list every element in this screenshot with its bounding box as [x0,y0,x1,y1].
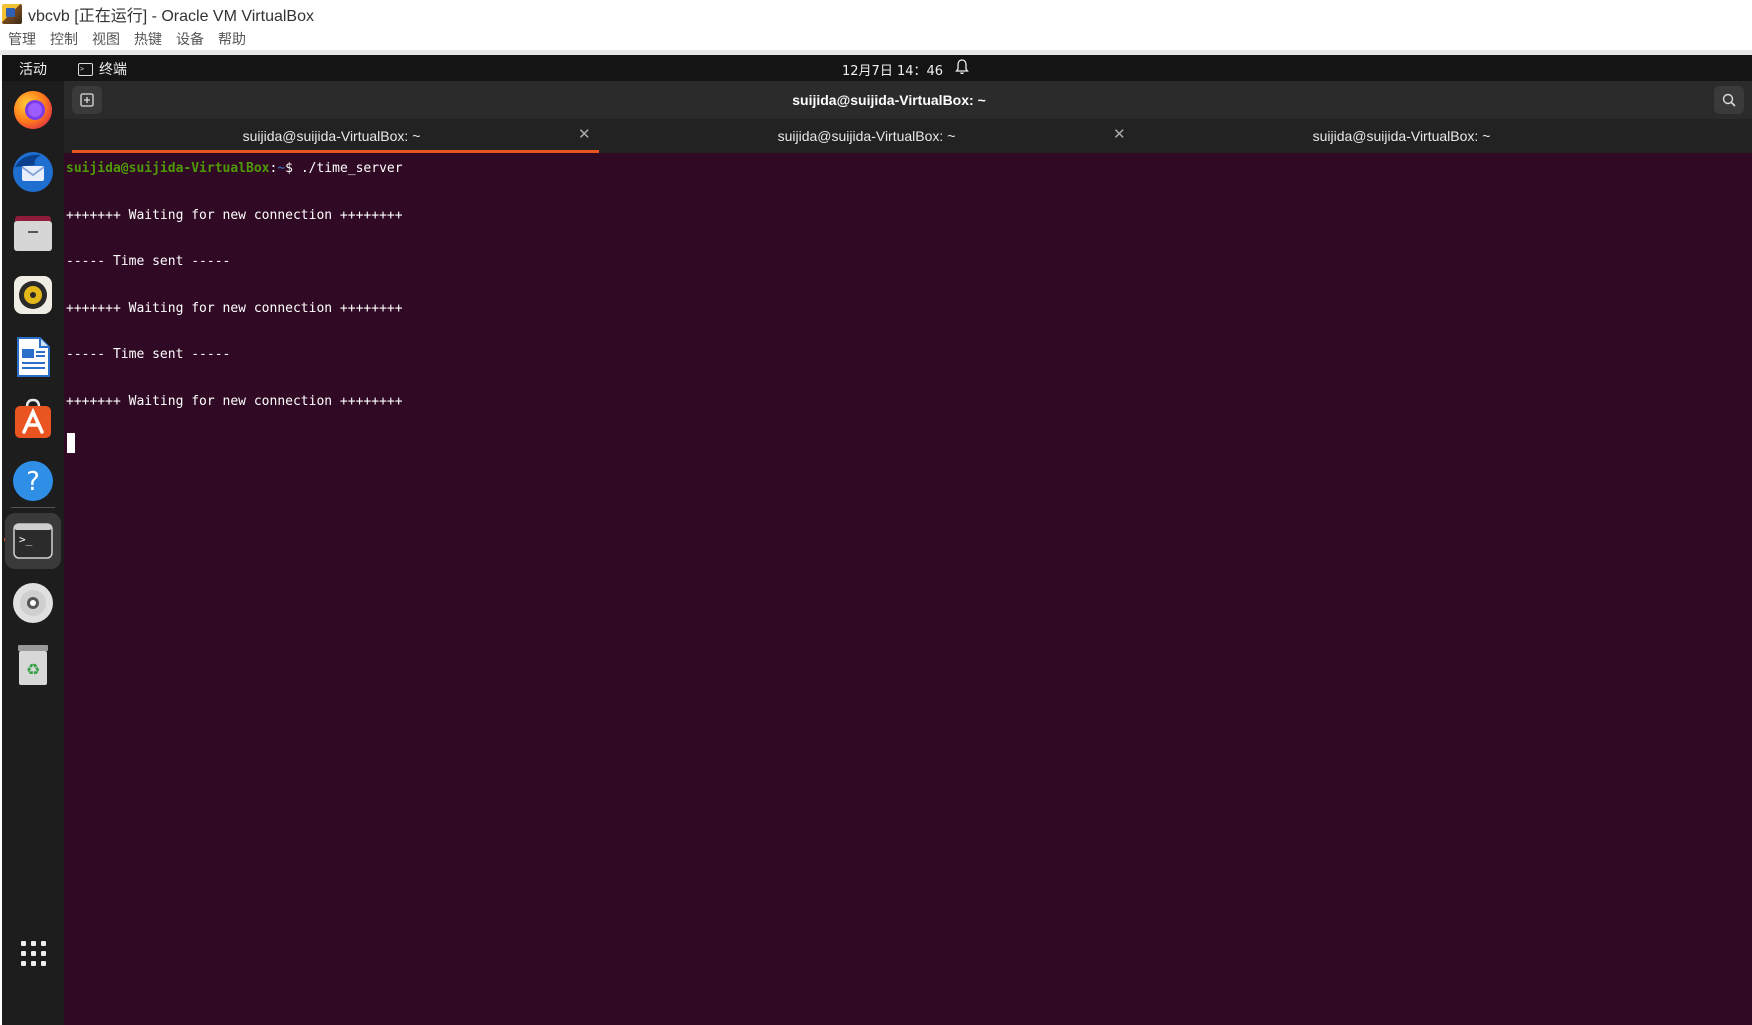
dock-thunderbird[interactable] [9,147,57,195]
tab-label: suijida@suijida-VirtualBox: ~ [242,128,421,144]
prompt-user: suijida@suijida-VirtualBox [66,161,270,176]
help-icon: ? [13,461,53,501]
trash-icon: ♻ [18,645,48,685]
clock[interactable]: 12月7日 14：46 [842,60,943,79]
tab-label: suijida@suijida-VirtualBox: ~ [1312,128,1491,144]
svg-text:♻: ♻ [26,660,40,679]
terminal-small-icon: > [78,62,93,76]
app-name: 终端 [99,62,127,78]
tab-1[interactable]: suijida@suijida-VirtualBox: ~ ✕ [64,119,599,153]
show-apps-icon[interactable] [21,941,49,969]
dock-app-center[interactable] [9,395,57,443]
output-line: +++++++ Waiting for new connection +++++… [66,301,403,316]
prompt-symbol: $ [285,161,301,176]
dock-trash[interactable]: ♻ [9,641,57,689]
dock-firefox[interactable] [9,85,57,133]
dock: ? >_ ♻ [2,81,64,1025]
dvd-icon [13,583,53,623]
dock-rhythmbox[interactable] [9,271,57,319]
files-icon [14,216,52,251]
rhythmbox-icon [14,276,52,314]
output-line: +++++++ Waiting for new connection +++++… [66,394,403,409]
app-center-icon [15,398,51,438]
tab-label: suijida@suijida-VirtualBox: ~ [777,128,956,144]
menu-devices[interactable]: 设备 [176,29,204,49]
terminal-window: suijida@suijida-VirtualBox: ~ suijida@su… [64,81,1752,1025]
dock-dvd[interactable] [9,579,57,627]
dock-separator [11,507,55,508]
activities-button[interactable]: 活动 [19,59,47,79]
terminal-output[interactable]: suijida@suijida-VirtualBox:~$ ./time_ser… [66,153,1746,1023]
host-titlebar: vbcvb [正在运行] - Oracle VM VirtualBox [0,0,1752,28]
gnome-top-bar: 活动 > 终端 12月7日 14：46 [2,55,1752,81]
text-cursor [67,433,75,453]
thunderbird-icon [13,152,53,192]
prompt-path: ~ [277,161,286,176]
menu-manage[interactable]: 管理 [8,29,36,49]
menu-hotkeys[interactable]: 热键 [134,29,162,49]
close-icon[interactable]: ✕ [578,125,591,143]
terminal-title: suijida@suijida-VirtualBox: ~ [792,92,986,108]
firefox-icon [14,91,52,129]
output-line: ----- Time sent ----- [66,254,231,269]
app-menu[interactable]: > 终端 [78,59,127,79]
notification-bell-icon[interactable] [955,59,969,75]
host-menubar: 管理 控制 视图 热键 设备 帮助 [0,28,1752,50]
search-button[interactable] [1714,86,1744,114]
tab-2[interactable]: suijida@suijida-VirtualBox: ~ ✕ [599,119,1134,153]
guest-screen: 活动 > 终端 12月7日 14：46 ? >_ ♻ suijida@suiji… [2,55,1752,1025]
menu-help[interactable]: 帮助 [218,29,246,49]
libreoffice-writer-icon [17,337,50,377]
svg-text:?: ? [26,467,40,497]
host-window-title: vbcvb [正在运行] - Oracle VM VirtualBox [28,8,315,25]
virtualbox-icon [2,4,22,24]
tab-3[interactable]: suijida@suijida-VirtualBox: ~ [1134,119,1669,153]
terminal-icon: >_ [13,523,53,559]
dock-help[interactable]: ? [9,457,57,505]
output-line: ----- Time sent ----- [66,347,231,362]
menu-control[interactable]: 控制 [50,29,78,49]
svg-text:>_: >_ [19,533,33,546]
command-text: ./time_server [300,161,403,176]
dock-libreoffice-writer[interactable] [9,333,57,381]
prompt-line: suijida@suijida-VirtualBox:~$ ./time_ser… [66,161,403,176]
dock-terminal[interactable]: >_ [5,513,61,569]
search-icon [1722,93,1736,107]
close-icon[interactable]: ✕ [1113,125,1126,143]
tab-bar: suijida@suijida-VirtualBox: ~ ✕ suijida@… [64,119,1752,153]
terminal-headerbar: suijida@suijida-VirtualBox: ~ [64,81,1752,119]
output-line: +++++++ Waiting for new connection +++++… [66,208,403,223]
menu-view[interactable]: 视图 [92,29,120,49]
dock-files[interactable] [9,209,57,257]
